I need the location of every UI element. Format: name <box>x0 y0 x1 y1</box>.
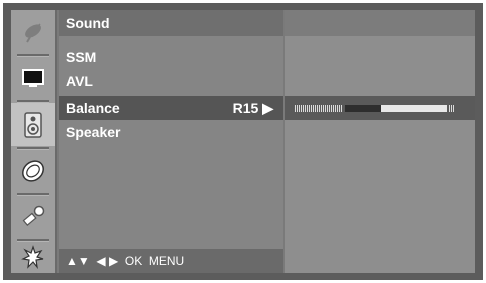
menu-item-avl[interactable]: AVL <box>59 69 283 93</box>
icon-divider <box>17 100 49 102</box>
clock-icon[interactable] <box>11 149 55 192</box>
menu-item-label: AVL <box>66 73 93 89</box>
satellite-dish-icon[interactable] <box>11 10 55 53</box>
panel-header <box>285 10 475 36</box>
tv-screen: Sound SSM AVL Balance R15 ▶ Speaker ▲▼ ◀… <box>3 3 483 280</box>
balance-value: R15 ▶ <box>232 100 273 116</box>
balance-ticks-right <box>449 105 454 112</box>
key-icon[interactable] <box>11 195 55 238</box>
balance-row[interactable] <box>285 96 475 120</box>
menu-item-speaker[interactable]: Speaker <box>59 120 283 144</box>
menu-category-column <box>11 10 57 273</box>
balance-ticks-left <box>295 105 342 112</box>
screen-icon[interactable] <box>11 56 55 99</box>
osd-window: Sound SSM AVL Balance R15 ▶ Speaker ▲▼ ◀… <box>11 10 475 273</box>
balance-panel <box>285 10 475 273</box>
menu-title: Sound <box>59 10 283 36</box>
balance-left-level <box>345 105 381 112</box>
menu-item-label: Balance <box>66 100 120 116</box>
option-icon[interactable] <box>11 241 55 273</box>
menu-item-ssm[interactable]: SSM <box>59 45 283 69</box>
menu-item-balance[interactable]: Balance R15 ▶ <box>59 96 283 120</box>
menu-item-label: Speaker <box>66 124 121 140</box>
balance-slider[interactable] <box>295 105 455 112</box>
navigation-hint-bar: ▲▼ ◀ ▶ OK MENU <box>59 249 283 273</box>
menu-item-label: SSM <box>66 49 97 65</box>
balance-right-level <box>381 105 447 112</box>
speaker-icon[interactable] <box>11 103 55 146</box>
sound-menu: Sound SSM AVL Balance R15 ▶ Speaker ▲▼ ◀… <box>59 10 283 273</box>
